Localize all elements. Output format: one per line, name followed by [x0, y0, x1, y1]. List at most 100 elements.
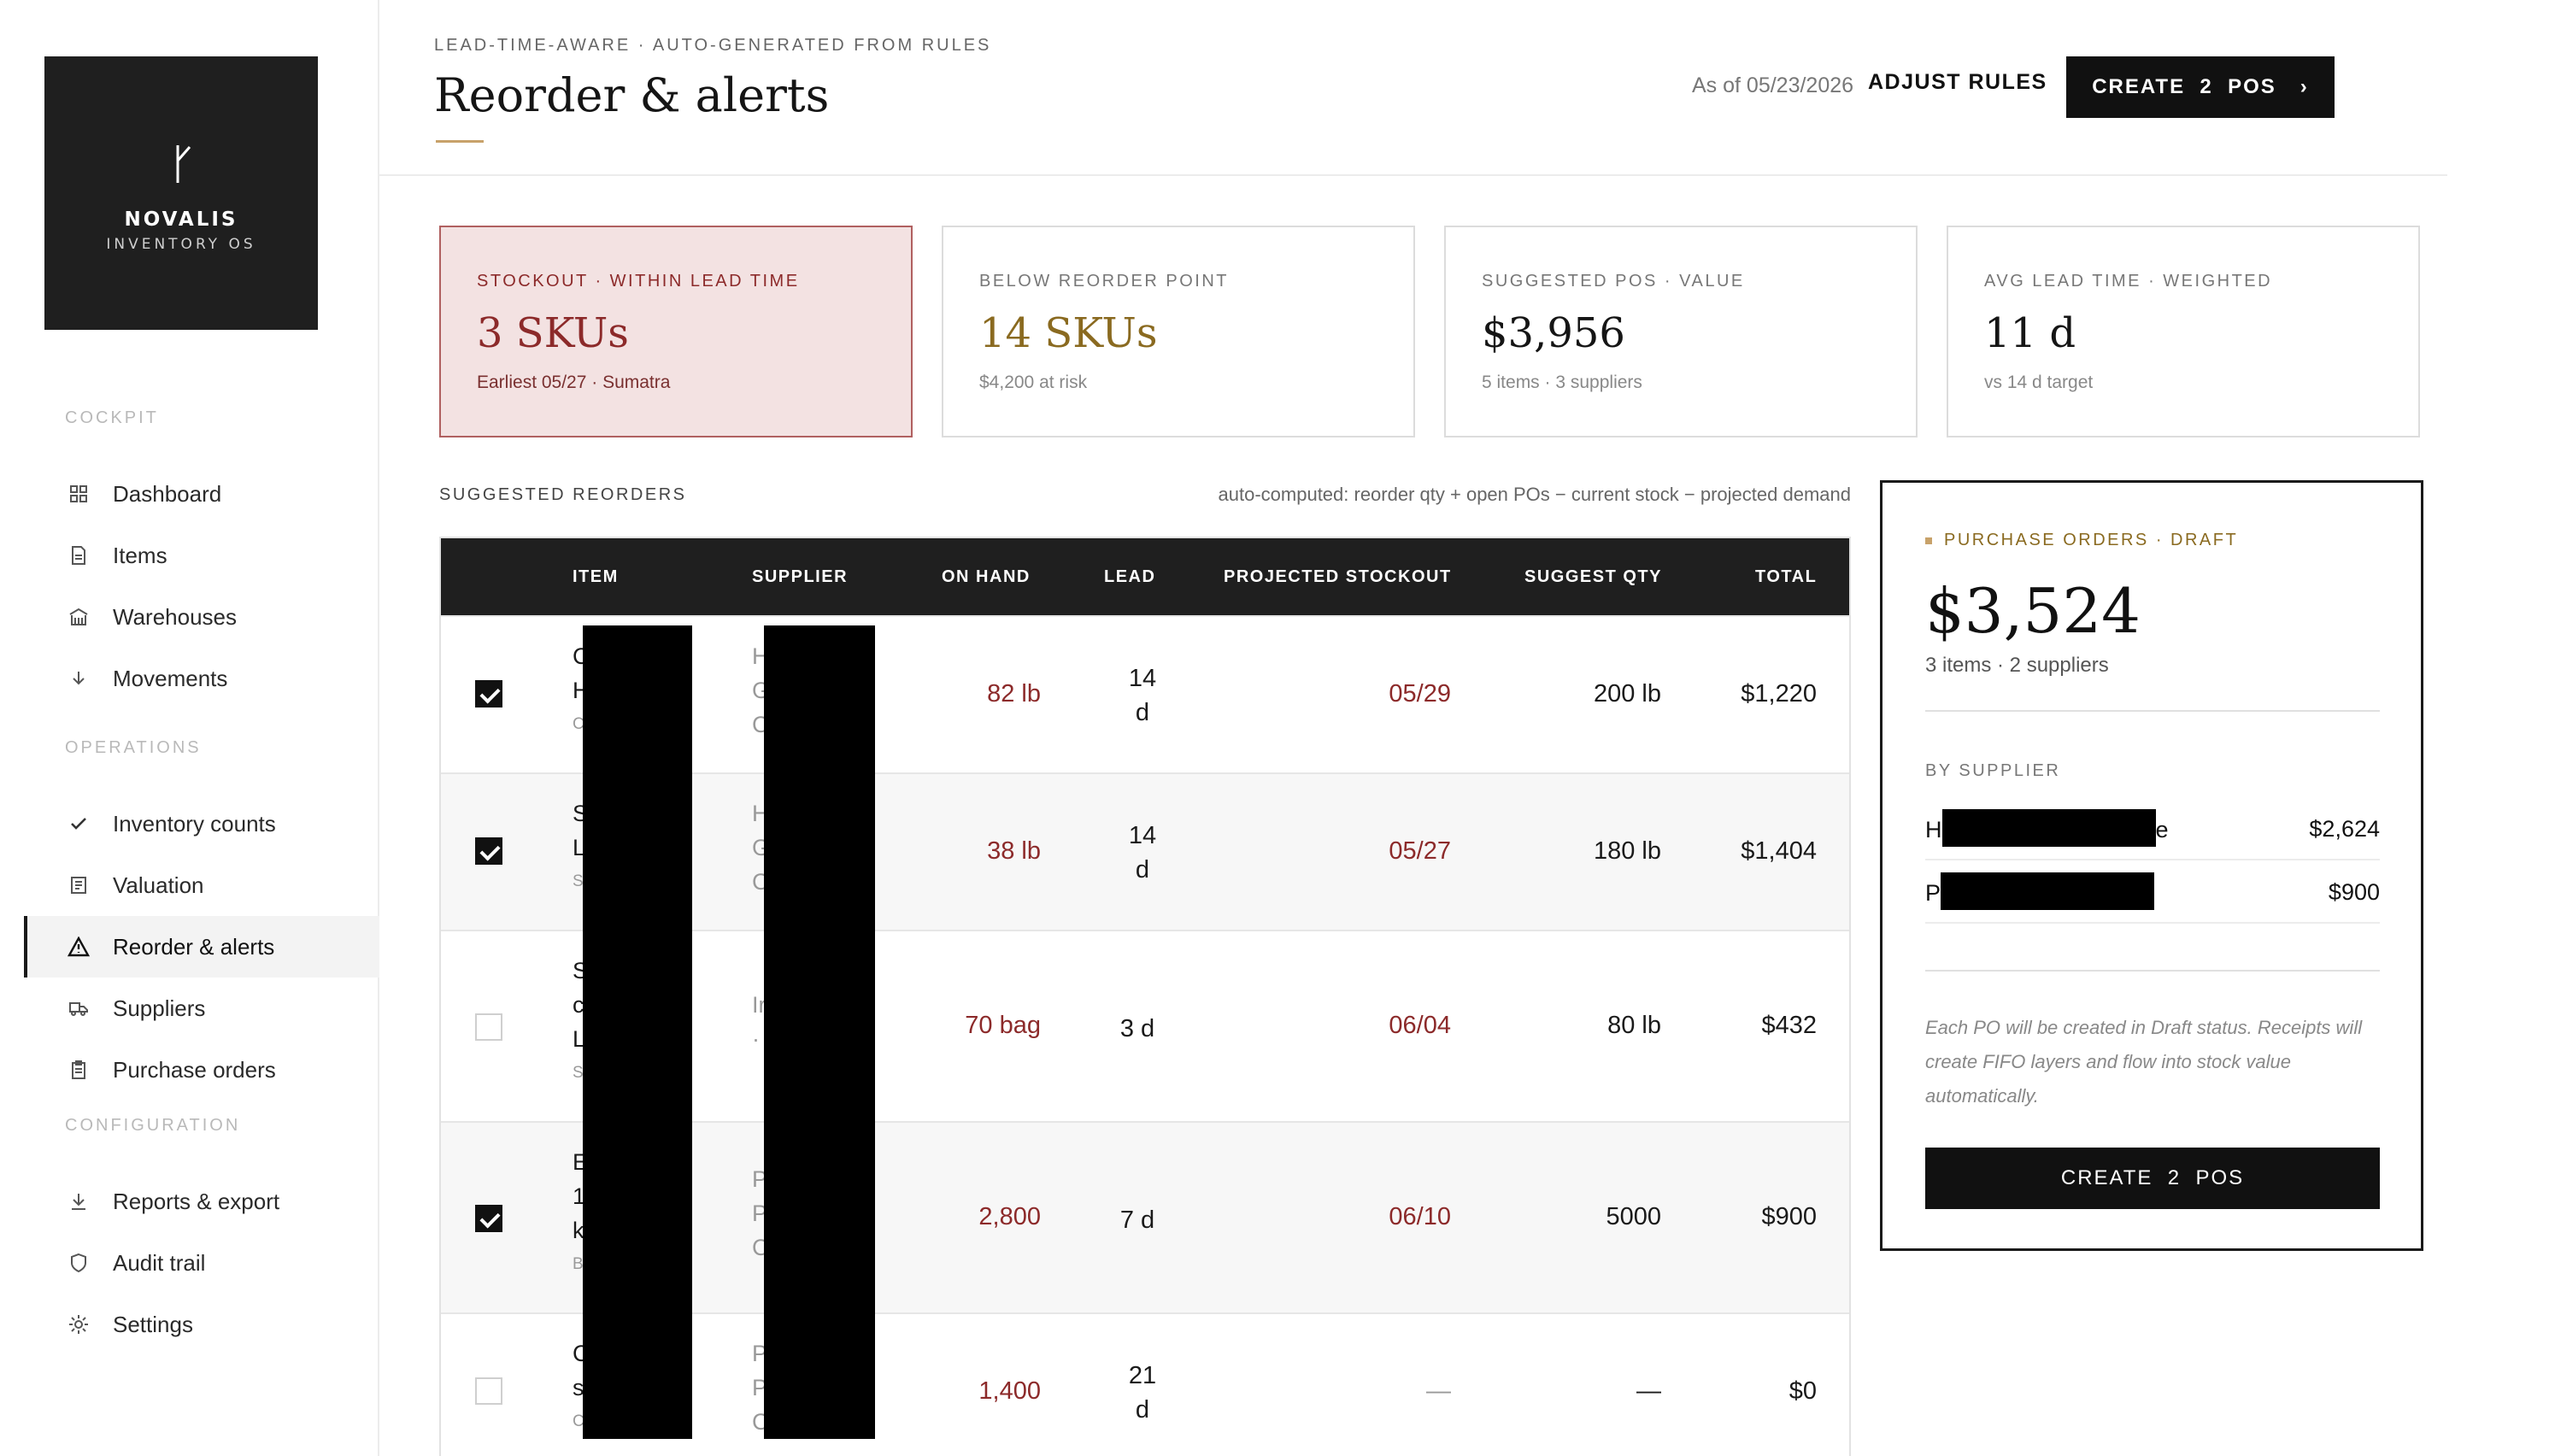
purchase-orders-panel: PURCHASE ORDERS · DRAFT $3,524 3 items ·…: [1880, 480, 2423, 1251]
sidebar-item-reorder-alerts[interactable]: Reorder & alerts: [24, 916, 379, 978]
column-header-lead[interactable]: LEAD: [1104, 567, 1155, 587]
supplier-name: P: [1925, 872, 2155, 910]
chevron-right-icon: ›: [2300, 75, 2309, 98]
create-pos-button[interactable]: CREATE 2 POS ›: [2066, 56, 2335, 118]
sidebar: NOVALIS INVENTORY OS COCKPIT Dashboard I…: [0, 0, 379, 1456]
kpi-value: 11 d: [1984, 309, 2076, 357]
kpi-label: STOCKOUT · WITHIN LEAD TIME: [477, 272, 800, 291]
po-total-value: $3,524: [1925, 575, 2141, 647]
lead-time-value: 14 d: [1128, 822, 1157, 884]
reorder-formula-note: auto-computed: reorder qty + open POs − …: [1218, 484, 1851, 505]
total-value: $432: [1761, 1012, 1817, 1039]
column-header-on-hand[interactable]: ON HAND: [942, 567, 1031, 587]
column-header-item[interactable]: ITEM: [573, 567, 619, 587]
accent-dot-icon: [1925, 537, 1932, 544]
title-underline: [436, 140, 484, 143]
kpi-value: $3,956: [1482, 309, 1625, 357]
supplier-amount: $2,624: [2309, 816, 2380, 842]
kpi-subtext: 5 items · 3 suppliers: [1482, 373, 1642, 392]
row-checkbox[interactable]: [475, 837, 502, 865]
on-hand-value: 1,400: [978, 1377, 1041, 1405]
sidebar-item-label: Movements: [113, 665, 228, 691]
on-hand-value: 38 lb: [987, 837, 1041, 865]
page-eyebrow: LEAD-TIME-AWARE · AUTO-GENERATED FROM RU…: [434, 36, 992, 55]
divider: [1925, 970, 2380, 972]
row-checkbox[interactable]: [475, 1205, 502, 1232]
suggest-qty-value: 200 lb: [1593, 680, 1661, 707]
sidebar-item-label: Audit trail: [113, 1249, 206, 1276]
lead-time-value: 7 d: [1119, 1206, 1155, 1234]
sidebar-item-items[interactable]: Items: [24, 525, 379, 586]
total-value: $1,220: [1741, 680, 1817, 707]
sidebar-item-label: Dashboard: [113, 480, 222, 507]
sidebar-item-warehouses[interactable]: Warehouses: [24, 586, 379, 648]
shield-icon: [67, 1251, 91, 1275]
download-icon: [67, 1189, 91, 1213]
kpi-value: 3 SKUs: [477, 309, 629, 357]
column-header-suggest-qty[interactable]: SUGGEST QTY: [1524, 567, 1662, 587]
lead-time-value: 21 d: [1128, 1362, 1157, 1424]
table-header: ITEM SUPPLIER ON HAND LEAD PROJECTED STO…: [441, 538, 1849, 615]
column-header-total[interactable]: TOTAL: [1755, 567, 1817, 587]
total-value: $0: [1788, 1377, 1817, 1405]
logo-mark-icon: [44, 138, 318, 194]
adjust-rules-button[interactable]: ADJUST RULES: [1868, 70, 2047, 95]
sidebar-item-label: Warehouses: [113, 603, 237, 630]
row-checkbox[interactable]: [475, 680, 502, 707]
sidebar-item-label: Items: [113, 542, 167, 568]
kpi-card-avg-lead-time[interactable]: AVG LEAD TIME · WEIGHTED 11 d vs 14 d ta…: [1947, 226, 2420, 437]
sidebar-item-suppliers[interactable]: Suppliers: [24, 978, 379, 1039]
supplier-row[interactable]: He $2,624: [1925, 797, 2380, 860]
brand-name: NOVALIS: [124, 208, 238, 231]
kpi-card-below-reorder[interactable]: BELOW REORDER POINT 14 SKUs $4,200 at ri…: [942, 226, 1415, 437]
column-header-supplier[interactable]: SUPPLIER: [752, 567, 848, 587]
nav-section-configuration: CONFIGURATION: [65, 1116, 241, 1135]
reorders-table: ITEM SUPPLIER ON HAND LEAD PROJECTED STO…: [439, 537, 1851, 1456]
sidebar-item-label: Reorder & alerts: [113, 933, 275, 960]
sidebar-item-label: Reports & export: [113, 1188, 280, 1214]
on-hand-value: 82 lb: [987, 680, 1041, 707]
kpi-subtext: $4,200 at risk: [979, 373, 1088, 392]
suggest-qty-value: 5000: [1606, 1203, 1661, 1230]
sidebar-item-settings[interactable]: Settings: [24, 1294, 379, 1355]
warning-icon: [67, 935, 91, 959]
sidebar-item-reports-export[interactable]: Reports & export: [24, 1171, 379, 1232]
brand-subtitle: INVENTORY OS: [106, 236, 256, 253]
kpi-card-stockout[interactable]: STOCKOUT · WITHIN LEAD TIME 3 SKUs Earli…: [439, 226, 913, 437]
kpi-label: AVG LEAD TIME · WEIGHTED: [1984, 272, 2273, 291]
page-header: LEAD-TIME-AWARE · AUTO-GENERATED FROM RU…: [379, 0, 2447, 176]
gear-icon: [67, 1312, 91, 1336]
sidebar-item-valuation[interactable]: Valuation: [24, 854, 379, 916]
document-icon: [67, 543, 91, 567]
create-pos-panel-button[interactable]: CREATE 2 POS: [1925, 1148, 2380, 1209]
sidebar-item-purchase-orders[interactable]: Purchase orders: [24, 1039, 379, 1101]
row-checkbox[interactable]: [475, 1377, 502, 1405]
sidebar-item-dashboard[interactable]: Dashboard: [24, 463, 379, 525]
sidebar-item-inventory-counts[interactable]: Inventory counts: [24, 793, 379, 854]
sidebar-item-label: Valuation: [113, 872, 204, 898]
lead-time-value: 3 d: [1119, 1015, 1155, 1042]
kpi-subtext: Earliest 05/27 · Sumatra: [477, 373, 671, 392]
projected-stockout-value: —: [1426, 1377, 1451, 1405]
projected-stockout-value: 06/04: [1389, 1012, 1451, 1039]
building-icon: [67, 605, 91, 629]
column-header-projected-stockout[interactable]: PROJECTED STOCKOUT: [1224, 567, 1452, 587]
row-checkbox[interactable]: [475, 1013, 502, 1041]
section-title-suggested-reorders: SUGGESTED REORDERS: [439, 485, 687, 504]
kpi-label: BELOW REORDER POINT: [979, 272, 1229, 291]
po-panel-label: PURCHASE ORDERS · DRAFT: [1925, 531, 2238, 550]
supplier-row[interactable]: P $900: [1925, 860, 2380, 924]
brand-logo[interactable]: NOVALIS INVENTORY OS: [44, 56, 318, 330]
redaction-block: [1941, 872, 2155, 910]
as-of-date: As of 05/23/2026: [1692, 73, 1854, 97]
sidebar-item-label: Inventory counts: [113, 810, 276, 837]
sidebar-item-audit-trail[interactable]: Audit trail: [24, 1232, 379, 1294]
sidebar-item-label: Settings: [113, 1311, 193, 1337]
sidebar-item-movements[interactable]: Movements: [24, 648, 379, 709]
create-pos-label: CREATE 2 POS: [2092, 75, 2276, 98]
projected-stockout-value: 05/29: [1389, 680, 1451, 707]
kpi-card-suggested-pos[interactable]: SUGGESTED POS · VALUE $3,956 5 items · 3…: [1444, 226, 1918, 437]
projected-stockout-value: 05/27: [1389, 837, 1451, 865]
redaction-block: [1941, 809, 2156, 847]
total-value: $900: [1761, 1203, 1817, 1230]
